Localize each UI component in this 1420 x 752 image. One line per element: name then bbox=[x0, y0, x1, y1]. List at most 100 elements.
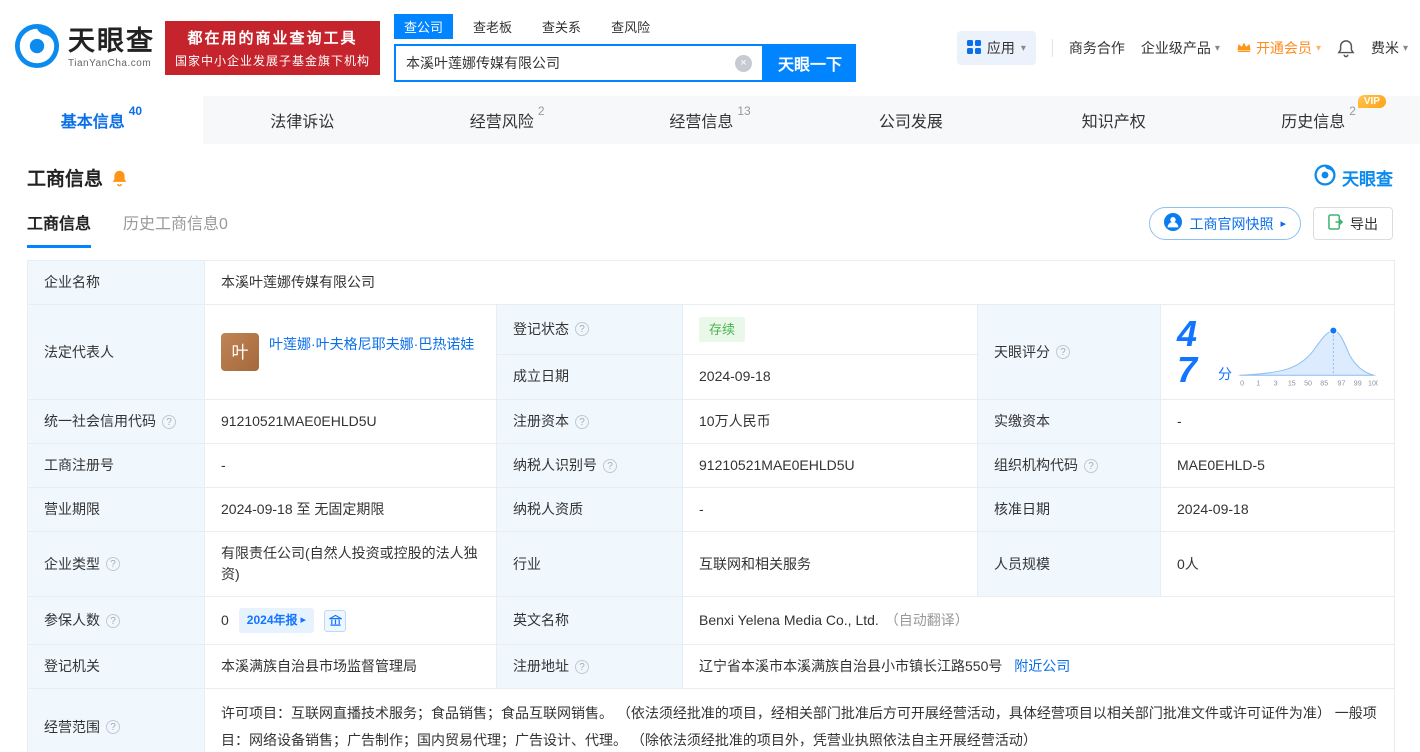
field-value-taxpayer-qualification: - bbox=[682, 487, 978, 532]
field-value-industry: 互联网和相关服务 bbox=[682, 531, 978, 597]
search-tab-relation[interactable]: 查关系 bbox=[532, 14, 591, 39]
tab-count: 13 bbox=[737, 104, 751, 118]
field-value-reg-authority: 本溪满族自治县市场监督管理局 bbox=[204, 644, 497, 689]
export-button[interactable]: 导出 bbox=[1313, 207, 1393, 240]
legal-rep-avatar[interactable]: 叶 bbox=[221, 333, 259, 371]
logo-domain: TianYanCha.com bbox=[68, 57, 152, 69]
logo-title: 天眼查 bbox=[68, 25, 155, 56]
field-value-paid-capital: - bbox=[1159, 399, 1396, 444]
help-icon[interactable]: ? bbox=[603, 458, 617, 473]
nearby-companies-link[interactable]: 附近公司 bbox=[1014, 658, 1070, 674]
help-icon[interactable]: ? bbox=[106, 613, 120, 628]
score-unit: 分 bbox=[1218, 366, 1233, 382]
field-label-legal-rep: 法定代表人 bbox=[27, 304, 205, 400]
annual-report-icon[interactable] bbox=[324, 609, 347, 632]
nav-enterprise-products[interactable]: 企业级产品 ▾ bbox=[1141, 38, 1220, 58]
field-value-reg-status: 存续 bbox=[682, 304, 978, 355]
tab-label: 法律诉讼 bbox=[270, 114, 335, 131]
tab-label: 知识产权 bbox=[1081, 114, 1146, 131]
svg-text:97: 97 bbox=[1338, 379, 1346, 387]
tab-count: 2 bbox=[537, 104, 545, 118]
nav-business-coop[interactable]: 商务合作 bbox=[1069, 38, 1125, 58]
svg-text:1: 1 bbox=[1256, 379, 1260, 387]
subscribe-bell-icon[interactable] bbox=[111, 169, 128, 187]
subtab-business-info[interactable]: 工商信息 bbox=[27, 210, 92, 248]
help-icon[interactable]: ? bbox=[1084, 458, 1098, 473]
tianyancha-logo-icon bbox=[14, 23, 60, 74]
field-label-credit-code: 统一社会信用代码 ? bbox=[27, 399, 205, 444]
help-icon[interactable]: ? bbox=[575, 322, 589, 337]
field-label-reg-authority: 登记机关 bbox=[27, 644, 205, 689]
search-tabs: 查公司 查老板 查关系 查风险 bbox=[394, 14, 856, 39]
help-icon[interactable]: ? bbox=[575, 659, 589, 674]
tab-label: 经营信息 bbox=[669, 114, 734, 131]
search-tab-risk[interactable]: 查风险 bbox=[601, 14, 660, 39]
field-label-establish-date: 成立日期 bbox=[496, 353, 683, 401]
svg-text:85: 85 bbox=[1320, 379, 1328, 387]
tab-legal-litigation[interactable]: 法律诉讼 bbox=[203, 96, 406, 144]
arrow-right-icon: ▸ bbox=[300, 614, 307, 626]
field-value-credit-code: 91210521MAE0EHLD5U bbox=[204, 399, 497, 444]
svg-text:100: 100 bbox=[1368, 379, 1378, 387]
official-snapshot-button[interactable]: 工商官网快照 ▸ bbox=[1149, 207, 1301, 240]
field-label-reg-status: 登记状态 ? bbox=[496, 304, 683, 355]
help-icon[interactable]: ? bbox=[575, 414, 589, 429]
chevron-down-icon: ▾ bbox=[1020, 42, 1026, 54]
field-value-establish-date: 2024-09-18 bbox=[682, 353, 978, 401]
field-value-business-term: 2024-09-18 至 无固定期限 bbox=[204, 487, 497, 532]
search-input[interactable] bbox=[396, 55, 736, 71]
legal-rep-name-link[interactable]: 叶莲娜·叶夫格尼耶夫娜·巴热诺娃 bbox=[269, 333, 474, 355]
notification-bell-icon[interactable] bbox=[1337, 39, 1355, 58]
svg-text:3: 3 bbox=[1274, 379, 1278, 387]
search-area: 查公司 查老板 查关系 查风险 × 天眼一下 bbox=[394, 14, 857, 82]
tab-company-development[interactable]: 公司发展 bbox=[811, 96, 1014, 144]
primary-nav-tabs: 基本信息 40 法律诉讼 经营风险 2 经营信息 13 公司发展 知识产权 历史… bbox=[0, 95, 1420, 144]
tab-count: 2 bbox=[1349, 104, 1356, 118]
vip-badge: VIP bbox=[1357, 95, 1386, 108]
brand-watermark: 天眼查 bbox=[1314, 164, 1393, 191]
field-label-reg-number: 工商注册号 bbox=[27, 443, 205, 488]
field-label-company-name: 企业名称 bbox=[27, 260, 205, 305]
annual-report-badge[interactable]: 2024年报 ▸ bbox=[238, 608, 315, 633]
field-value-org-code: MAE0EHLD-5 bbox=[1159, 443, 1396, 488]
tab-label: 公司发展 bbox=[878, 114, 943, 131]
tianyancha-logo[interactable]: 天眼查 TianYanCha.com bbox=[14, 23, 155, 74]
help-icon[interactable]: ? bbox=[162, 414, 176, 429]
auto-translate-note: （自动翻译） bbox=[884, 612, 969, 628]
table-row: 参保人数 ? 0 2024年报 ▸ 英文名称 Benxi Yelena Medi… bbox=[27, 596, 1396, 645]
score-value: 47 bbox=[1177, 313, 1198, 390]
slogan-line-2: 国家中小企业发展子基金旗下机构 bbox=[175, 54, 371, 68]
tab-operation-info[interactable]: 经营信息 13 bbox=[609, 96, 812, 144]
help-icon[interactable]: ? bbox=[106, 720, 120, 734]
tab-operation-risk[interactable]: 经营风险 2 bbox=[406, 96, 609, 144]
svg-text:15: 15 bbox=[1288, 379, 1296, 387]
tab-basic-info[interactable]: 基本信息 40 bbox=[0, 96, 203, 144]
search-tab-company[interactable]: 查公司 bbox=[394, 14, 454, 39]
table-row: 营业期限 2024-09-18 至 无固定期限 纳税人资质 - 核准日期 202… bbox=[27, 487, 1396, 532]
tab-intellectual-property[interactable]: 知识产权 bbox=[1014, 96, 1217, 144]
header-nav: 应用 ▾ 商务合作 企业级产品 ▾ 开通会员 ▾ 费米 ▾ bbox=[956, 31, 1408, 65]
clear-search-icon[interactable]: × bbox=[735, 54, 753, 72]
subtab-history-business-info[interactable]: 历史工商信息0 bbox=[123, 210, 228, 248]
search-button[interactable]: 天眼一下 bbox=[764, 44, 857, 82]
table-row: 法定代表人 叶 叶莲娜·叶夫格尼耶夫娜·巴热诺娃 登记状态 ? 存续 天眼评分 … bbox=[27, 304, 1396, 400]
field-label-paid-capital: 实缴资本 bbox=[977, 399, 1161, 444]
snapshot-icon bbox=[1164, 213, 1183, 234]
apps-menu[interactable]: 应用 ▾ bbox=[956, 31, 1036, 65]
score-curve-chart: 0 1 3 15 50 85 97 99 100 bbox=[1238, 326, 1378, 387]
help-icon[interactable]: ? bbox=[106, 557, 120, 571]
field-value-approved-date: 2024-09-18 bbox=[1159, 487, 1396, 532]
chevron-down-icon: ▾ bbox=[1315, 42, 1321, 54]
tab-history-info[interactable]: 历史信息 2 VIP bbox=[1217, 95, 1420, 144]
help-icon[interactable]: ? bbox=[1056, 345, 1070, 359]
export-icon bbox=[1328, 214, 1344, 233]
field-value-legal-rep: 叶 叶莲娜·叶夫格尼耶夫娜·巴热诺娃 bbox=[204, 304, 497, 400]
field-label-approved-date: 核准日期 bbox=[977, 487, 1161, 532]
search-tab-boss[interactable]: 查老板 bbox=[463, 14, 522, 39]
nav-open-vip[interactable]: 开通会员 ▾ bbox=[1236, 38, 1321, 58]
tab-count: 40 bbox=[128, 104, 143, 118]
business-info-table: 企业名称 本溪叶莲娜传媒有限公司 法定代表人 叶 叶莲娜·叶夫格尼耶夫娜·巴热诺… bbox=[27, 260, 1396, 752]
svg-text:0: 0 bbox=[1240, 379, 1244, 387]
nav-username[interactable]: 费米 ▾ bbox=[1371, 38, 1408, 58]
field-value-business-scope: 许可项目：互联网直播技术服务；食品销售；食品互联网销售。 （依法须经批准的项目，… bbox=[203, 688, 1396, 752]
